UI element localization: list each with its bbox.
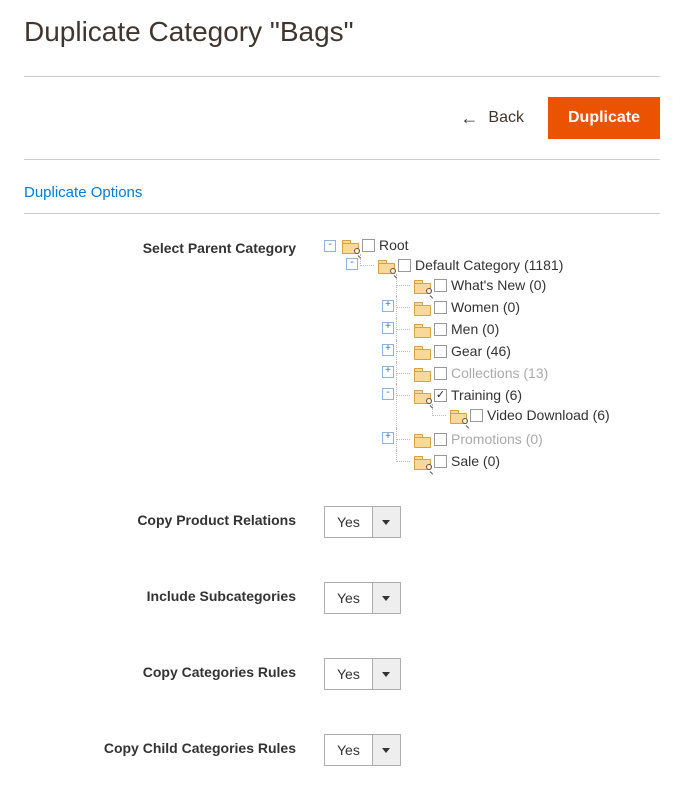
chevron-down-icon	[372, 659, 400, 689]
chevron-down-icon	[372, 507, 400, 537]
field-label: Copy Categories Rules	[24, 658, 324, 680]
field-copy-child-categories-rules: Copy Child Categories Rules Yes	[24, 734, 660, 766]
select-value: Yes	[325, 507, 372, 537]
field-copy-product-relations: Copy Product Relations Yes	[24, 506, 660, 538]
page-title: Duplicate Category "Bags"	[24, 16, 660, 48]
field-copy-categories-rules: Copy Categories Rules Yes	[24, 658, 660, 690]
tree-node-label[interactable]: Training (6)	[451, 386, 522, 404]
tree-node-label[interactable]: What's New (0)	[451, 276, 546, 294]
select-copy-product-relations[interactable]: Yes	[324, 506, 401, 538]
tree-node-label[interactable]: Women (0)	[451, 298, 520, 316]
select-value: Yes	[325, 583, 372, 613]
category-tree: - Root - Default Category (1181)	[324, 234, 660, 476]
chevron-down-icon	[372, 583, 400, 613]
folder-icon	[414, 323, 430, 336]
tree-toggle-icon[interactable]: -	[346, 258, 358, 270]
tree-checkbox-whatsnew[interactable]	[434, 279, 447, 292]
field-include-subcategories: Include Subcategories Yes	[24, 582, 660, 614]
back-label: Back	[488, 109, 524, 127]
tree-checkbox-promotions[interactable]	[434, 433, 447, 446]
tree-node-label[interactable]: Sale (0)	[451, 452, 500, 470]
section-title: Duplicate Options	[24, 160, 660, 213]
field-label: Copy Child Categories Rules	[24, 734, 324, 756]
tree-node-label[interactable]: Men (0)	[451, 320, 499, 338]
select-copy-categories-rules[interactable]: Yes	[324, 658, 401, 690]
folder-icon	[414, 389, 430, 402]
folder-icon	[414, 345, 430, 358]
folder-icon	[378, 259, 394, 272]
tree-checkbox-default[interactable]	[398, 259, 411, 272]
tree-checkbox-training[interactable]	[434, 389, 447, 402]
folder-icon	[450, 409, 466, 422]
tree-checkbox-women[interactable]	[434, 301, 447, 314]
tree-toggle-icon[interactable]: +	[382, 300, 394, 312]
tree-checkbox-root[interactable]	[362, 239, 375, 252]
tree-toggle-icon[interactable]: -	[382, 388, 394, 400]
tree-node-label[interactable]: Default Category (1181)	[415, 256, 563, 274]
select-copy-child-categories-rules[interactable]: Yes	[324, 734, 401, 766]
tree-node-label[interactable]: Video Download (6)	[487, 406, 610, 424]
tree-node-label[interactable]: Collections (13)	[451, 364, 548, 382]
tree-checkbox-videodl[interactable]	[470, 409, 483, 422]
folder-icon	[414, 367, 430, 380]
field-label: Select Parent Category	[24, 234, 324, 256]
folder-icon	[414, 455, 430, 468]
tree-node-label[interactable]: Gear (46)	[451, 342, 511, 360]
folder-icon	[414, 279, 430, 292]
select-value: Yes	[325, 659, 372, 689]
tree-node-label[interactable]: Promotions (0)	[451, 430, 543, 448]
tree-toggle-icon[interactable]: -	[324, 240, 336, 252]
actions-bar: ← Back Duplicate	[24, 77, 660, 159]
duplicate-button[interactable]: Duplicate	[548, 97, 660, 139]
tree-toggle-icon[interactable]: +	[382, 322, 394, 334]
tree-toggle-icon[interactable]: +	[382, 432, 394, 444]
field-parent-category: Select Parent Category - Root -	[24, 234, 660, 476]
select-value: Yes	[325, 735, 372, 765]
arrow-left-icon: ←	[460, 108, 478, 129]
folder-icon	[414, 301, 430, 314]
field-label: Copy Product Relations	[24, 506, 324, 528]
select-include-subcategories[interactable]: Yes	[324, 582, 401, 614]
back-button[interactable]: ← Back	[460, 108, 524, 129]
tree-checkbox-men[interactable]	[434, 323, 447, 336]
folder-icon	[414, 433, 430, 446]
tree-checkbox-gear[interactable]	[434, 345, 447, 358]
divider-section	[24, 213, 660, 214]
tree-toggle-icon[interactable]: +	[382, 344, 394, 356]
folder-icon	[342, 239, 358, 252]
tree-checkbox-collections[interactable]	[434, 367, 447, 380]
tree-toggle-icon[interactable]: +	[382, 366, 394, 378]
chevron-down-icon	[372, 735, 400, 765]
tree-node-label[interactable]: Root	[379, 236, 409, 254]
field-label: Include Subcategories	[24, 582, 324, 604]
tree-checkbox-sale[interactable]	[434, 455, 447, 468]
